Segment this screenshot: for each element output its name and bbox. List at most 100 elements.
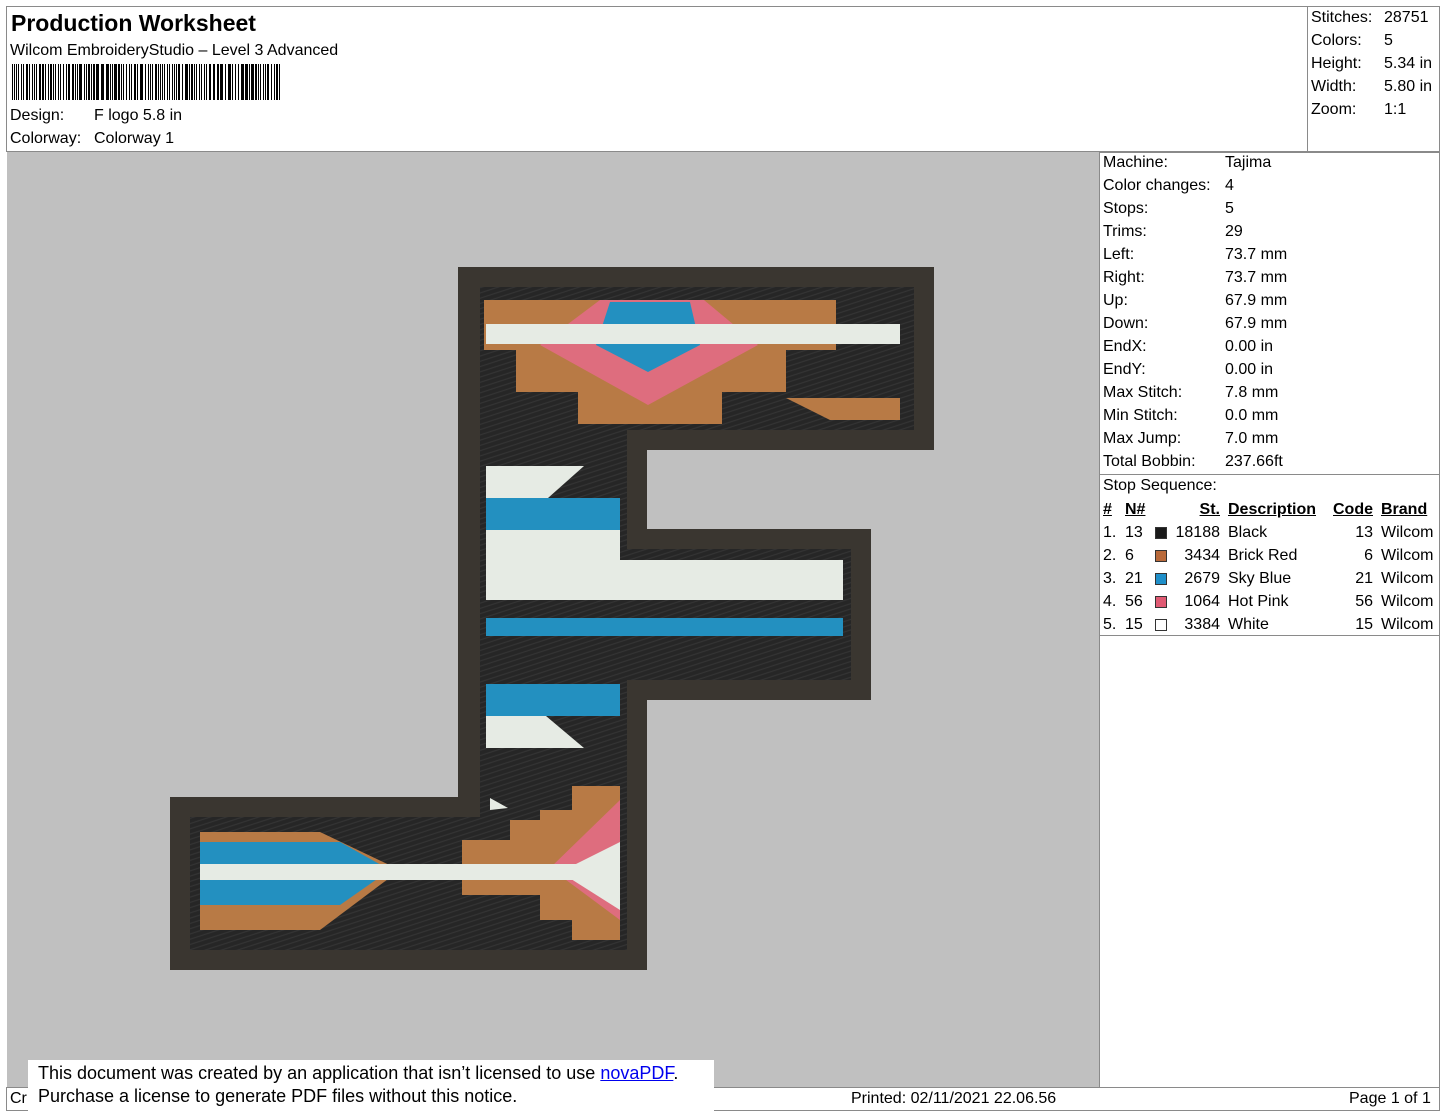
barcode-bar [217,64,219,100]
barcode-bar [265,64,266,100]
barcode-bar [137,64,138,100]
stop-sequence-title: Stop Sequence: [1103,477,1217,494]
swatch-cell [1151,595,1171,608]
barcode-bar [238,64,239,100]
table-row: 2. 6 3434 Brick Red 6 Wilcom [1103,544,1443,567]
row-code: 15 [1355,615,1373,633]
info-label: Min Stitch: [1103,407,1178,424]
info-row: Max Jump: 7.0 mm [1103,427,1287,450]
barcode-bar [53,64,54,100]
info-value: 67.9 mm [1225,292,1288,309]
notice-period: . [673,1063,679,1083]
barcode-bar [182,64,183,100]
barcode-bar [260,64,261,100]
info-value: 73.7 mm [1225,269,1288,286]
row-brand: Wilcom [1381,523,1434,541]
design-preview [7,152,1099,1087]
barcode-bar [14,64,15,100]
barcode-bar [174,64,175,100]
summary-value: 5.80 in [1384,78,1433,95]
summary-row: Zoom: 1:1 [1311,98,1432,121]
barcode-bar [12,64,13,100]
row-brand: Wilcom [1381,569,1434,587]
col-header-code: Code [1333,500,1373,518]
info-row: Machine: Tajima [1103,151,1287,174]
notice-line-1: This document was created by an applicat… [38,1062,704,1085]
color-swatch [1155,618,1167,631]
barcode-bar [249,64,250,100]
design-label: Design: [10,107,65,124]
barcode-bar [131,64,132,100]
barcode-bar [48,64,49,100]
row-n: 21 [1125,569,1143,587]
embroidery-design-image [170,267,934,970]
col-header-st: St. [1199,500,1220,518]
info-row: Stops: 5 [1103,197,1287,220]
barcode-bar [29,64,30,100]
barcode-bar [39,64,41,100]
middle-blue-stripe [486,618,843,636]
summary-value: 5 [1384,32,1393,49]
info-label: Machine: [1103,154,1168,171]
summary-label: Height: [1311,55,1362,72]
summary-divider [1307,6,1308,152]
barcode-bar [148,64,149,100]
color-swatch [1155,526,1167,539]
barcode-bar [158,64,159,100]
info-value: 4 [1225,177,1234,194]
row-stitches: 2679 [1184,569,1220,587]
lower-blue-band [486,684,620,716]
barcode-bar [72,64,74,100]
barcode-bar [21,64,22,100]
row-code: 21 [1355,569,1373,587]
barcode-bar [50,64,52,100]
colorway-label: Colorway: [10,130,82,147]
info-label: Stops: [1103,200,1149,217]
printed-timestamp: Printed: 02/11/2021 22.06.56 [851,1090,1057,1107]
barcode-bar [232,64,233,100]
row-stitches: 18188 [1175,523,1221,541]
barcode-bar [263,64,264,100]
row-description: Sky Blue [1228,569,1292,587]
info-row: Left: 73.7 mm [1103,243,1287,266]
row-code: 13 [1355,523,1373,541]
barcode [12,64,280,100]
swatch-cell [1151,549,1171,562]
barcode-bar [225,64,226,100]
info-value: 237.66ft [1225,453,1283,470]
summary-row: Stitches: 28751 [1311,6,1432,29]
barcode-bar [96,64,99,100]
info-label: Down: [1103,315,1149,332]
barcode-bar [267,64,269,100]
colorway-value: Colorway 1 [94,130,175,147]
barcode-bar [235,64,236,100]
barcode-bar [164,64,165,100]
middle-blue-band [486,498,620,530]
barcode-bar [101,64,104,100]
barcode-bar [26,64,28,100]
software-name: Wilcom EmbroideryStudio – Level 3 Advanc… [10,42,339,59]
barcode-bar [58,64,59,100]
row-stitches: 3384 [1184,615,1220,633]
barcode-bar [123,64,124,100]
novapdf-link[interactable]: novaPDF [600,1063,673,1083]
row-code: 6 [1364,546,1373,564]
barcode-bar [162,64,163,100]
barcode-bar [86,64,87,100]
row-description: Black [1228,523,1268,541]
summary-value: 28751 [1384,9,1429,26]
barcode-bar [110,64,111,100]
notice-line-2: Purchase a license to generate PDF files… [38,1086,518,1106]
summary-value: 5.34 in [1384,55,1433,72]
info-label: EndX: [1103,338,1147,355]
stop-sequence-table: # N# St. Description Code Brand 1. 13 18… [1103,498,1443,636]
col-header-brand: Brand [1381,500,1428,518]
barcode-bar [112,64,113,100]
info-value: 67.9 mm [1225,315,1288,332]
barcode-bar [194,64,195,100]
row-num: 3. [1103,569,1117,587]
info-row: Color changes: 4 [1103,174,1287,197]
row-n: 6 [1125,546,1134,564]
barcode-bar [55,64,56,100]
barcode-bar [160,64,161,100]
